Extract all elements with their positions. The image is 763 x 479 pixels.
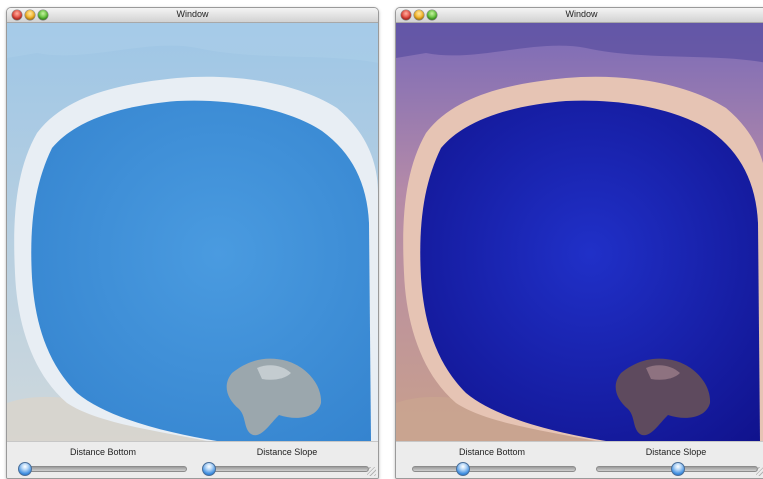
window-title: Window	[565, 9, 598, 19]
controls-panel: Distance Bottom Distance Slope	[7, 441, 378, 478]
aerial-photo-hazy	[7, 23, 378, 441]
distance-bottom-knob[interactable]	[455, 462, 470, 476]
distance-bottom-slider[interactable]	[412, 462, 576, 476]
resize-grip-icon[interactable]	[367, 467, 376, 476]
distance-bottom-label: Distance Bottom	[458, 447, 526, 457]
window-hazy: Window Distance Bottom Distance Slope	[6, 7, 379, 479]
window-title: Window	[176, 9, 209, 19]
distance-bottom-slider[interactable]	[18, 462, 187, 476]
lake-corrected	[420, 100, 760, 441]
window-corrected: Window Distance Bottom Distance Slope	[395, 7, 763, 479]
distance-slope-label: Distance Slope	[645, 447, 707, 457]
title-bar[interactable]: Window	[7, 8, 378, 23]
distance-slope-slider[interactable]	[596, 462, 758, 476]
distance-slope-slider[interactable]	[202, 462, 369, 476]
distance-bottom-knob[interactable]	[18, 462, 32, 476]
distance-slope-knob[interactable]	[202, 462, 216, 476]
distance-slope-knob[interactable]	[671, 462, 685, 476]
title-bar[interactable]: Window	[396, 8, 763, 23]
lake-hazy	[31, 100, 372, 441]
distance-slope-label: Distance Slope	[256, 447, 318, 457]
controls-panel: Distance Bottom Distance Slope	[396, 441, 763, 478]
aerial-photo-corrected	[396, 23, 763, 441]
distance-bottom-label: Distance Bottom	[69, 447, 137, 457]
resize-grip-icon[interactable]	[756, 467, 763, 476]
